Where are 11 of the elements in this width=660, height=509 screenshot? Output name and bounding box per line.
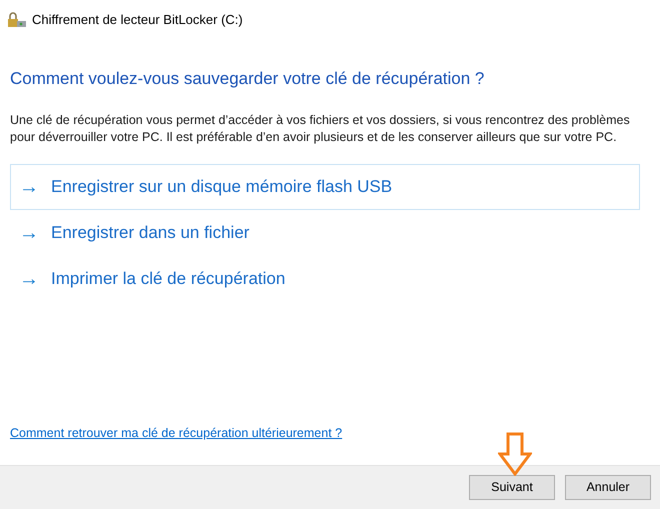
cancel-button[interactable]: Annuler — [565, 475, 651, 500]
arrow-icon — [498, 432, 532, 476]
padlock-drive-icon — [8, 12, 26, 28]
option-link[interactable]: → Enregistrer dans un fichier — [10, 210, 640, 256]
next-button[interactable]: Suivant — [469, 475, 555, 500]
option-link[interactable]: → Imprimer la clé de récupération — [10, 256, 640, 302]
window-title: Chiffrement de lecteur BitLocker (C:) — [32, 11, 243, 30]
option-link[interactable]: → Enregistrer sur un disque mémoire flash USB — [10, 164, 640, 210]
help-link[interactable]: Comment retrouver ma clé de récupération ultérieurement ? — [10, 426, 342, 440]
heading: Comment voulez-vous sauvegarder votre clé de récupération ? — [10, 68, 486, 90]
description: Une clé de récupération vous permet d’accéder à vos fichiers et vos dossiers, si vous rencontrez des problèmes pour déverrouiller votre PC. Il est préférable d’en avoir plusieurs et de les conserver ailleurs que sur votre PC. — [10, 112, 631, 146]
